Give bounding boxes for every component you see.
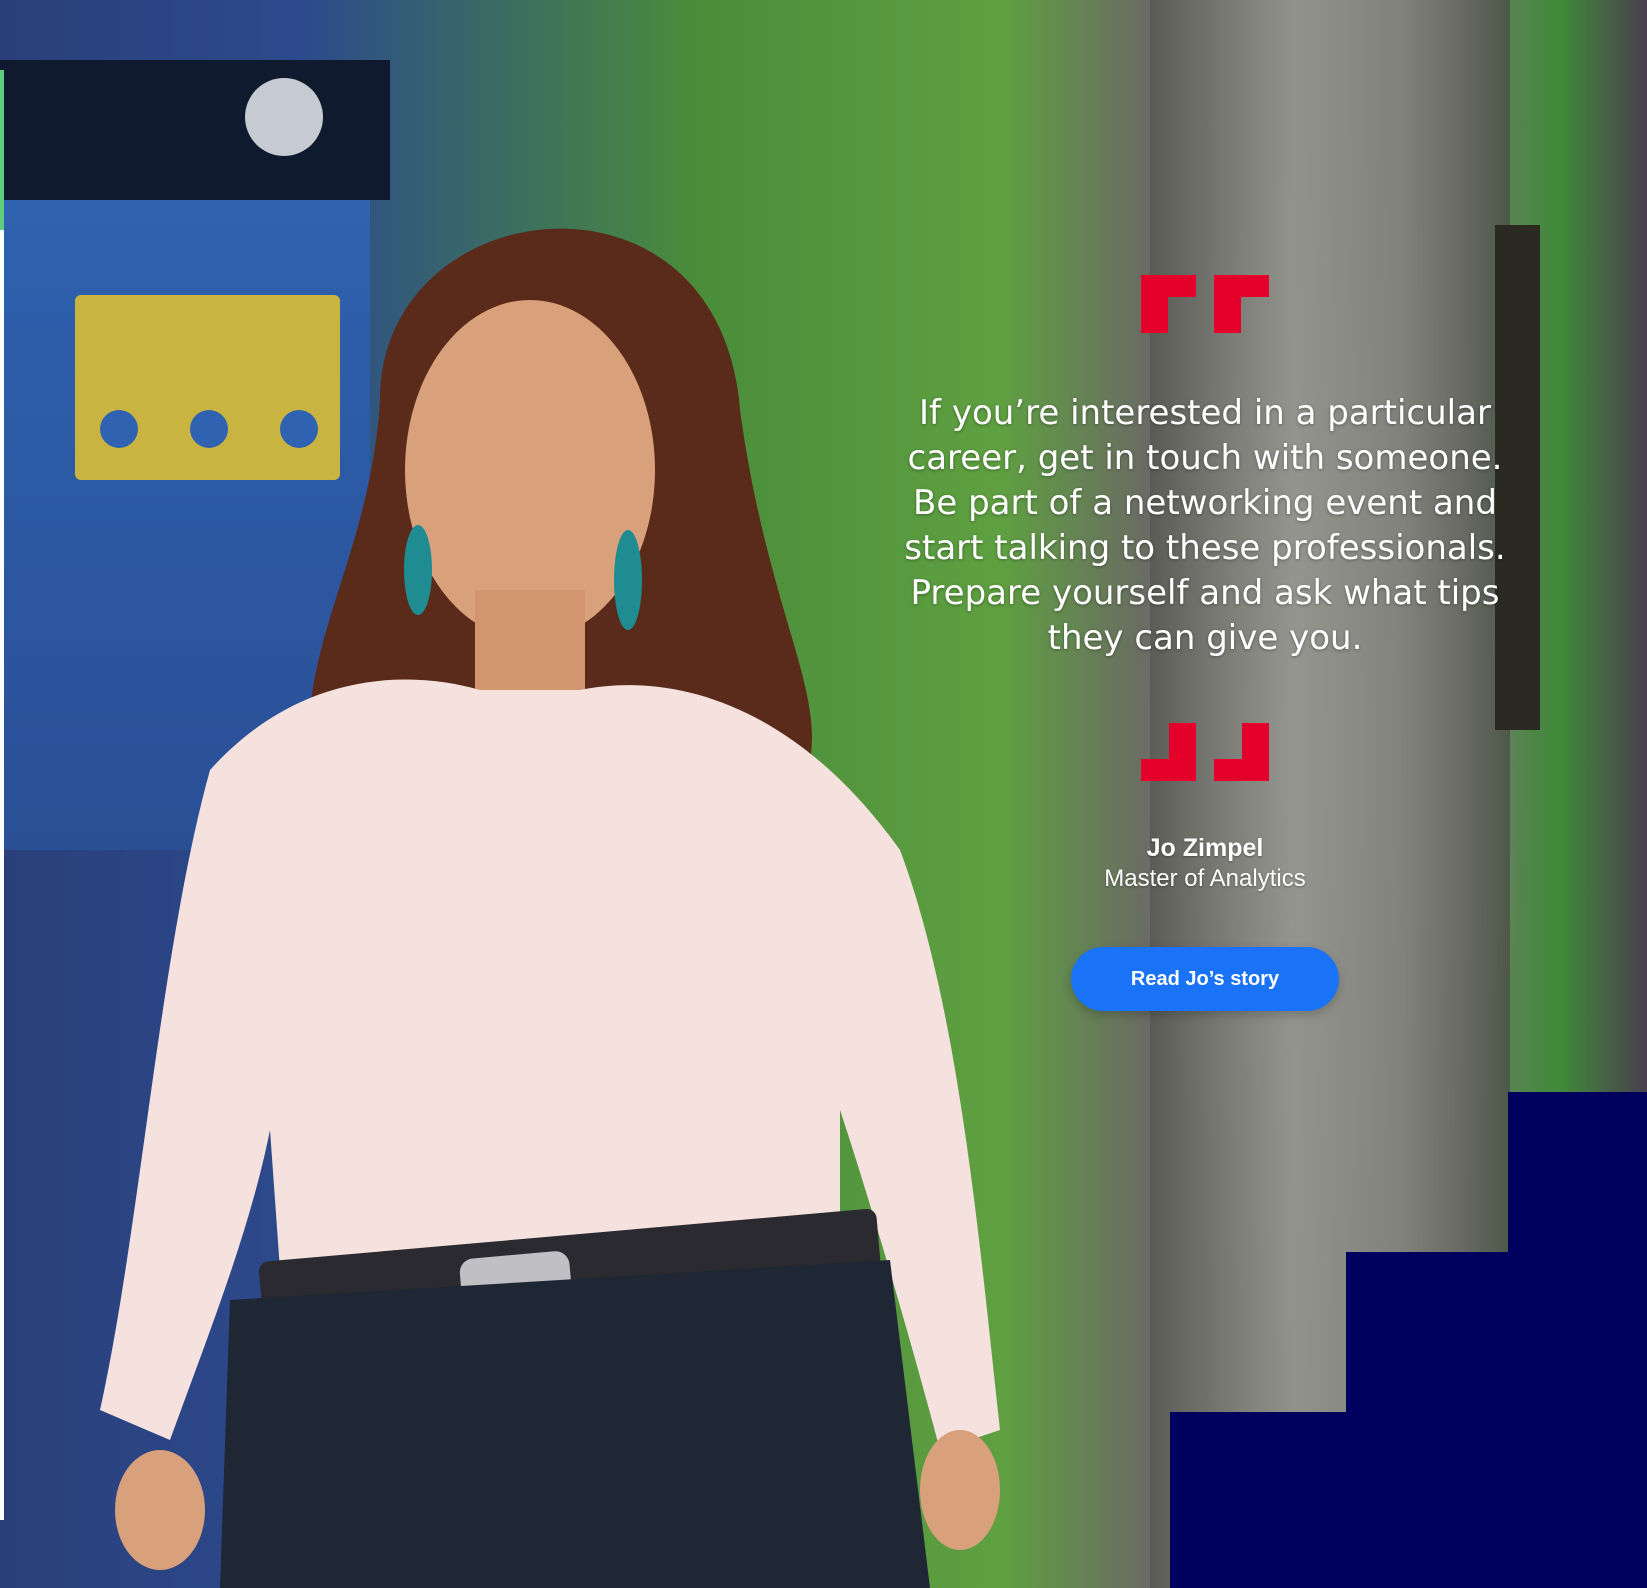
testimonial-quote: If you’re interested in a particular car… bbox=[900, 275, 1510, 1011]
background-sign-logo bbox=[245, 78, 323, 156]
author-role: Master of Analytics bbox=[1104, 865, 1306, 892]
navy-step-block bbox=[1170, 1412, 1647, 1588]
quote-text: If you’re interested in a particular car… bbox=[904, 393, 1506, 658]
left-edge-accent bbox=[0, 70, 4, 230]
left-edge-line bbox=[0, 70, 4, 1520]
read-story-button[interactable]: Read Jo’s story bbox=[1071, 947, 1339, 1011]
open-quote-icon bbox=[1141, 275, 1269, 333]
close-quote-icon bbox=[1141, 723, 1269, 781]
author-name: Jo Zimpel bbox=[1146, 834, 1264, 862]
